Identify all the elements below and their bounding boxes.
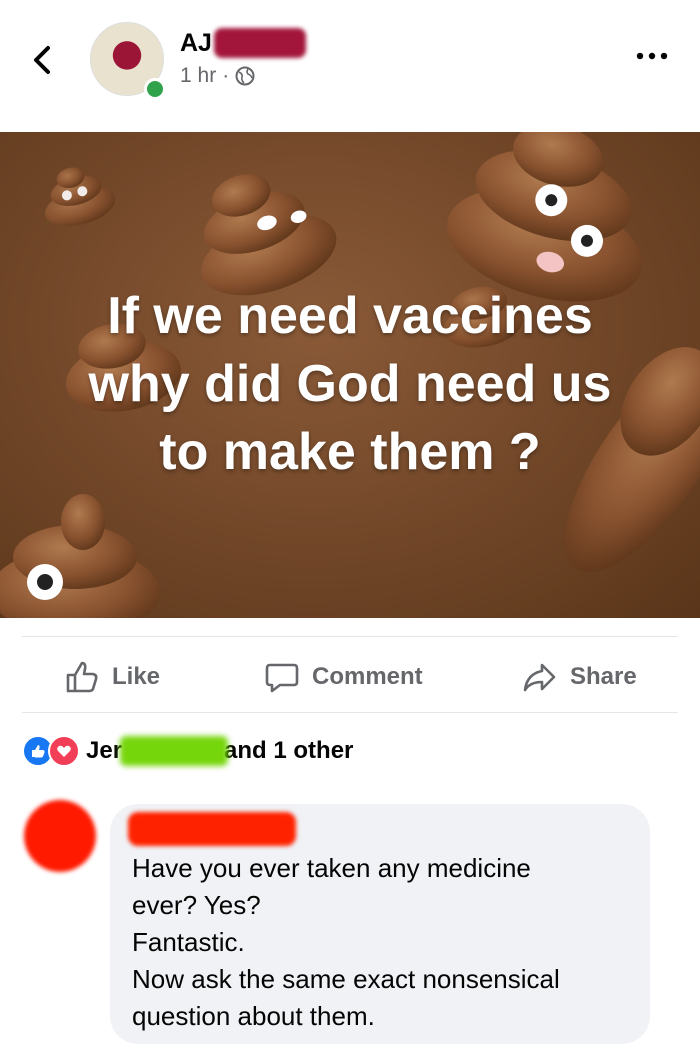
commenter-avatar[interactable]: [24, 800, 96, 872]
reactor-name-redaction: [120, 736, 229, 766]
action-bar-top-divider: [22, 636, 678, 637]
reactor-others: and 1 other: [224, 737, 354, 764]
like-label: Like: [112, 663, 161, 690]
love-reaction-icon: [48, 735, 80, 767]
author-name-text[interactable]: AJ: [180, 29, 212, 58]
share-button[interactable]: Share: [522, 650, 637, 704]
reactor-name: Jer: [86, 737, 123, 764]
post-caption-line: If we need vaccines: [107, 287, 593, 345]
post-timestamp[interactable]: 1 hr: [180, 64, 216, 88]
comment-button[interactable]: Comment: [264, 650, 423, 704]
comment-line: ever? Yes?: [132, 890, 261, 920]
comment-bubble-icon: [265, 663, 299, 693]
author-name[interactable]: AJ: [180, 28, 306, 58]
comment-line: Have you ever taken any medicine: [132, 853, 531, 883]
reaction-summary[interactable]: Jer and 1 other: [22, 733, 353, 769]
comment-line: Now ask the same exact nonsensical: [132, 964, 560, 994]
more-options-button[interactable]: [632, 44, 672, 68]
share-label: Share: [570, 663, 637, 690]
share-arrow-icon: [523, 663, 556, 692]
chevron-left-icon: [34, 46, 50, 74]
post-meta: 1 hr ·: [180, 64, 255, 88]
back-button[interactable]: [28, 40, 58, 80]
meta-separator: ·: [222, 64, 230, 87]
commenter-name-redaction[interactable]: [128, 812, 296, 846]
comment-line: question about them.: [132, 1001, 375, 1031]
action-bar-bottom-divider: [22, 712, 678, 713]
comment-label: Comment: [312, 663, 423, 690]
post-image[interactable]: If we need vaccines why did God need us …: [0, 132, 700, 618]
post-caption-line: to make them ?: [159, 423, 541, 481]
like-button[interactable]: Like: [64, 650, 160, 704]
online-indicator: [144, 78, 166, 100]
globe-icon: [235, 66, 255, 86]
comment-text: Have you ever taken any medicine ever? Y…: [132, 850, 642, 1035]
more-horizontal-icon: [636, 52, 668, 60]
post-caption-line: why did God need us: [88, 355, 612, 413]
post-caption: If we need vaccines why did God need us …: [0, 282, 700, 486]
name-redaction: [213, 28, 306, 58]
comment-line: Fantastic.: [132, 927, 245, 957]
thumbs-up-icon: [66, 661, 98, 693]
